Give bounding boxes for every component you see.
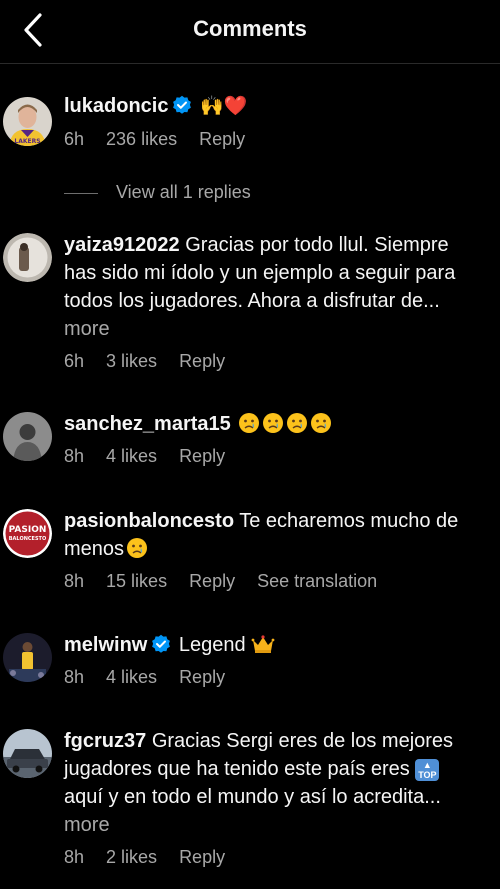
comment-time: 8h (64, 847, 85, 867)
avatar-logo-text-2: BALONCESTO (9, 536, 46, 542)
comment-username[interactable]: sanchez_marta15 (64, 413, 231, 435)
reply-button[interactable]: Reply (199, 129, 245, 149)
avatar[interactable]: LAKERS (3, 97, 52, 146)
verified-badge-icon (152, 634, 171, 653)
reply-button[interactable]: Reply (179, 446, 225, 466)
comment-emoji (236, 413, 332, 435)
comment-username[interactable]: yaiza912022 (64, 234, 180, 256)
comment-username[interactable]: lukadoncic (64, 95, 168, 117)
view-replies-button[interactable]: View all 1 replies (64, 182, 251, 203)
crying-face-icon (127, 538, 148, 558)
comment-time: 6h (64, 351, 85, 371)
svg-text:LAKERS: LAKERS (14, 138, 40, 145)
comment-time: 8h (64, 667, 85, 687)
comment-time: 6h (64, 129, 85, 149)
comment-text: 🙌❤️ (200, 96, 248, 117)
comment-time: 8h (64, 571, 85, 591)
likes-count[interactable]: 2 likes (106, 847, 157, 867)
avatar-logo-text-1: PASION (9, 525, 47, 535)
crying-face-icon (311, 413, 332, 433)
avatar[interactable] (3, 633, 52, 682)
comment-username[interactable]: pasionbaloncesto (64, 510, 234, 532)
verified-badge-icon (173, 95, 192, 114)
likes-count[interactable]: 4 likes (106, 446, 157, 466)
comment-time: 8h (64, 446, 85, 466)
divider (64, 192, 98, 194)
likes-count[interactable]: 3 likes (106, 351, 157, 371)
page-title: Comments (193, 16, 307, 41)
comment-text: Legend (178, 634, 246, 656)
see-translation-button[interactable]: See translation (257, 571, 377, 591)
avatar[interactable] (3, 412, 52, 461)
likes-count[interactable]: 15 likes (106, 571, 167, 591)
avatar[interactable] (3, 729, 52, 778)
top-arrow-icon: ▲ TOP (415, 759, 440, 781)
comments-header: Comments (0, 0, 500, 64)
comment-username[interactable]: fgcruz37 (64, 730, 146, 752)
avatar[interactable]: PASION BALONCESTO (3, 509, 52, 558)
crying-face-icon (239, 413, 260, 433)
crown-icon (251, 635, 275, 653)
comment-text-continued: aquí y en todo el mundo y así lo acredit… (64, 786, 441, 808)
top-label: TOP (418, 770, 437, 780)
reply-button[interactable]: Reply (179, 351, 225, 371)
crying-face-icon (287, 413, 308, 433)
avatar[interactable] (3, 233, 52, 282)
likes-count[interactable]: 236 likes (106, 129, 177, 149)
more-link[interactable]: more (64, 318, 110, 340)
reply-button[interactable]: Reply (179, 667, 225, 687)
more-link[interactable]: more (64, 814, 110, 836)
reply-button[interactable]: Reply (179, 847, 225, 867)
comment-username[interactable]: melwinw (64, 634, 147, 656)
reply-button[interactable]: Reply (189, 571, 235, 591)
crying-face-icon (263, 413, 284, 433)
likes-count[interactable]: 4 likes (106, 667, 157, 687)
view-replies-label: View all 1 replies (116, 182, 251, 202)
